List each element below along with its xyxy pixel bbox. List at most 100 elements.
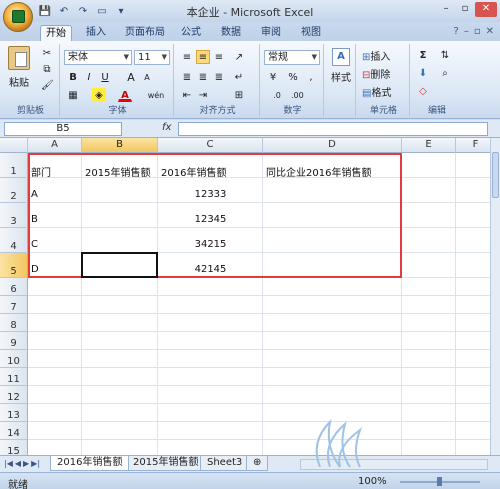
decrease-decimal-icon[interactable]: .00	[290, 88, 304, 102]
orientation-icon[interactable]: ↗	[232, 50, 246, 64]
row-header-5[interactable]: 5	[0, 253, 28, 278]
align-center-icon[interactable]: ≣	[196, 70, 210, 84]
row-header-2[interactable]: 2	[0, 178, 28, 203]
shrink-font-button[interactable]: A	[140, 70, 154, 84]
column-header-d[interactable]: D	[263, 138, 402, 153]
sheet-tab-1[interactable]: 2016年销售额	[50, 456, 130, 471]
scroll-thumb[interactable]	[492, 152, 499, 198]
tab-formulas[interactable]: 公式	[176, 25, 206, 41]
last-sheet-icon[interactable]: ▶|	[31, 459, 40, 468]
number-format-select[interactable]: 常规 ▼	[264, 50, 320, 65]
column-header-c[interactable]: C	[158, 138, 263, 153]
align-left-icon[interactable]: ≣	[180, 70, 194, 84]
font-color-icon[interactable]: A	[118, 88, 132, 102]
sort-filter-icon[interactable]: ⇅	[438, 48, 452, 62]
fill-icon[interactable]: ⬇	[416, 66, 430, 80]
row-header-1[interactable]: 1	[0, 153, 28, 178]
row-header-7[interactable]: 7	[0, 296, 28, 314]
cell-d1[interactable]: 同比企业2016年销售额	[266, 164, 371, 179]
formula-input[interactable]	[178, 122, 488, 136]
tab-home[interactable]: 开始	[40, 25, 72, 41]
cell-a2[interactable]: A	[31, 189, 38, 200]
percent-button[interactable]: %	[286, 70, 300, 84]
maximize-button[interactable]: ▫	[456, 2, 474, 17]
row-header-4[interactable]: 4	[0, 228, 28, 253]
autosum-button[interactable]: Σ	[416, 48, 430, 62]
increase-decimal-icon[interactable]: .0	[270, 88, 284, 102]
tab-page-layout[interactable]: 页面布局	[120, 25, 170, 41]
bold-button[interactable]: B	[66, 70, 80, 84]
cell-c3[interactable]: 12345	[158, 214, 263, 225]
styles-button[interactable]: A 样式	[328, 48, 354, 84]
align-right-icon[interactable]: ≣	[212, 70, 226, 84]
cell-a1[interactable]: 部门	[31, 164, 51, 179]
cell-c2[interactable]: 12333	[158, 189, 263, 200]
grow-font-button[interactable]: A	[124, 70, 138, 84]
vertical-scrollbar[interactable]	[490, 138, 500, 455]
first-sheet-icon[interactable]: |◀	[4, 459, 13, 468]
tab-review[interactable]: 审阅	[256, 25, 286, 41]
prev-sheet-icon[interactable]: ◀	[15, 459, 21, 468]
help-icon[interactable]: ?	[454, 26, 459, 37]
comma-button[interactable]: ,	[304, 70, 318, 84]
delete-cells-button[interactable]: ⊟删除	[362, 66, 390, 81]
row-header-13[interactable]: 13	[0, 404, 28, 422]
align-bottom-icon[interactable]: ≡	[212, 50, 226, 64]
office-button[interactable]	[3, 2, 33, 32]
cell-a5[interactable]: D	[31, 264, 39, 275]
cell-a4[interactable]: C	[31, 239, 38, 250]
underline-button[interactable]: U	[98, 70, 112, 84]
decrease-indent-icon[interactable]: ⇤	[180, 88, 194, 102]
wrap-text-icon[interactable]: ↵	[232, 70, 246, 84]
row-header-15[interactable]: 15	[0, 440, 28, 455]
insert-cells-button[interactable]: ⊞插入	[362, 48, 390, 63]
sheet-tab-3[interactable]: Sheet3	[200, 456, 250, 471]
align-top-icon[interactable]: ≡	[180, 50, 194, 64]
tab-data[interactable]: 数据	[216, 25, 246, 41]
row-header-6[interactable]: 6	[0, 278, 28, 296]
row-header-12[interactable]: 12	[0, 386, 28, 404]
zoom-level[interactable]: 100%	[358, 476, 387, 487]
border-icon[interactable]: ▦	[66, 88, 80, 102]
column-header-f[interactable]: F	[456, 138, 490, 153]
active-cell-b5[interactable]	[81, 252, 158, 278]
phonetic-button[interactable]: wén	[146, 88, 166, 102]
paste-button[interactable]: 粘贴	[6, 46, 32, 96]
select-all-corner[interactable]	[0, 138, 28, 153]
cell-c5[interactable]: 42145	[158, 264, 263, 275]
column-header-b[interactable]: B	[82, 138, 158, 153]
increase-indent-icon[interactable]: ⇥	[196, 88, 210, 102]
column-header-a[interactable]: A	[28, 138, 82, 153]
copy-icon[interactable]: ⧉	[40, 62, 54, 76]
align-middle-icon[interactable]: ≡	[196, 50, 210, 64]
row-header-9[interactable]: 9	[0, 332, 28, 350]
ribbon-minimize-icon[interactable]: –	[464, 26, 469, 37]
cell-c1[interactable]: 2016年销售额	[161, 164, 226, 179]
cell-a3[interactable]: B	[31, 214, 38, 225]
tab-insert[interactable]: 插入	[80, 25, 112, 41]
currency-icon[interactable]: ¥	[266, 70, 280, 84]
sheet-tab-2[interactable]: 2015年销售额	[126, 456, 206, 471]
row-header-8[interactable]: 8	[0, 314, 28, 332]
font-name-select[interactable]: 宋体 ▼	[64, 50, 132, 65]
close-button[interactable]: ✕	[475, 2, 497, 17]
cut-icon[interactable]: ✂	[40, 46, 54, 60]
name-box[interactable]: B5	[4, 122, 122, 136]
italic-button[interactable]: I	[82, 70, 96, 84]
find-icon[interactable]: ⌕	[438, 66, 452, 80]
row-header-3[interactable]: 3	[0, 203, 28, 228]
horizontal-scrollbar[interactable]	[300, 459, 488, 470]
insert-function-button[interactable]: fx	[162, 122, 171, 133]
row-header-11[interactable]: 11	[0, 368, 28, 386]
minimize-button[interactable]: –	[437, 2, 455, 17]
format-cells-button[interactable]: ▤格式	[362, 84, 391, 99]
fill-color-icon[interactable]: ◈	[92, 88, 106, 102]
row-header-14[interactable]: 14	[0, 422, 28, 440]
cell-c4[interactable]: 34215	[158, 239, 263, 250]
ribbon-restore-icon[interactable]: ▫	[474, 26, 481, 37]
row-header-10[interactable]: 10	[0, 350, 28, 368]
merge-center-icon[interactable]: ⊞	[232, 88, 246, 102]
clear-icon[interactable]: ◇	[416, 84, 430, 98]
next-sheet-icon[interactable]: ▶	[23, 459, 29, 468]
cell-b1[interactable]: 2015年销售额	[85, 164, 150, 179]
